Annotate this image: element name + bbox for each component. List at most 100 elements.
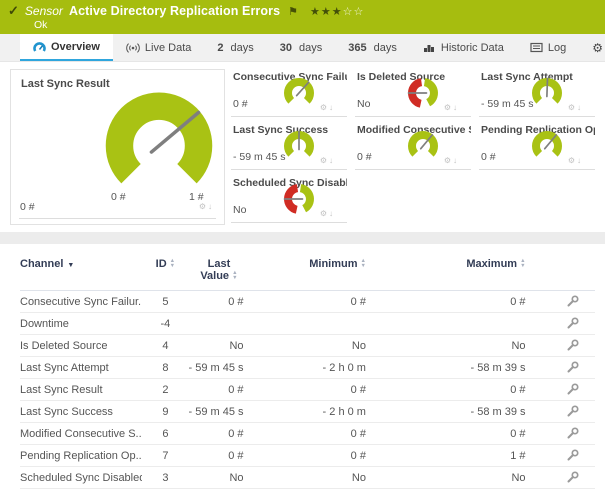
status-check-icon: ✓: [8, 3, 19, 18]
column-header-channel[interactable]: Channel ▼: [20, 248, 143, 291]
gauge-tile[interactable]: Modified Consecutive Sync F... 0 # ⚙↓: [355, 122, 471, 170]
column-header-minimum[interactable]: Minimum ▲ ▼: [249, 248, 372, 291]
channel-settings-icon[interactable]: [566, 427, 579, 440]
column-header-id[interactable]: ID ▲ ▼: [142, 248, 189, 291]
cell-channel[interactable]: Downtime: [20, 312, 143, 335]
tab-settings[interactable]: ⚙ Settings: [579, 34, 605, 61]
main-gauge-value: 0 #: [20, 201, 35, 213]
cell-maximum: No: [371, 466, 532, 489]
cell-channel[interactable]: Scheduled Sync Disabled: [20, 466, 143, 489]
page-title: Active Directory Replication Errors: [68, 4, 281, 18]
channel-settings-icon[interactable]: [566, 295, 579, 308]
gear-icon: ⚙: [592, 40, 603, 55]
cell-last-value: [188, 312, 250, 335]
table-row[interactable]: Last Sync Attempt 8 - 59 m 45 s - 2 h 0 …: [20, 356, 595, 379]
cell-minimum: 0 #: [249, 290, 372, 313]
bar-chart-icon: [423, 45, 434, 52]
broadcast-icon: [126, 42, 140, 53]
cell-last-value: 0 #: [188, 444, 250, 467]
channel-gauge[interactable]: [403, 74, 443, 112]
gauge-gear-icon[interactable]: ⚙: [320, 209, 329, 218]
gauge-download-icon[interactable]: ↓: [453, 156, 459, 165]
channel-settings-icon[interactable]: [566, 339, 579, 352]
gauge-download-icon[interactable]: ↓: [329, 103, 335, 112]
cell-channel[interactable]: Consecutive Sync Failur...: [20, 290, 143, 313]
cell-last-value: No: [188, 334, 250, 357]
channel-settings-icon[interactable]: [566, 383, 579, 396]
gauge-gear-icon[interactable]: ⚙: [568, 156, 577, 165]
cell-channel[interactable]: Is Deleted Source: [20, 334, 143, 357]
gauge-tile-value: No: [357, 98, 371, 110]
cell-id: 9: [142, 400, 189, 423]
gauge-gear-icon[interactable]: ⚙: [199, 202, 208, 211]
cell-channel[interactable]: Last Sync Attempt: [20, 356, 143, 379]
tab-30-days[interactable]: 30 days: [267, 34, 336, 61]
cell-channel[interactable]: Last Sync Success: [20, 400, 143, 423]
channel-gauge[interactable]: [279, 74, 319, 112]
cell-last-value: 0 #: [188, 378, 250, 401]
table-row[interactable]: Modified Consecutive S... 6 0 # 0 # 0 #: [20, 422, 595, 445]
channel-settings-icon[interactable]: [566, 449, 579, 462]
gauge-tile[interactable]: Is Deleted Source No ⚙↓: [355, 69, 471, 117]
tab-live-data[interactable]: Live Data: [113, 34, 204, 61]
cell-id: -4: [142, 312, 189, 335]
table-row[interactable]: Scheduled Sync Disabled 3 No No No: [20, 466, 595, 489]
cell-id: 7: [142, 444, 189, 467]
main-gauge-panel[interactable]: Last Sync Result 0 # 1 # 0 # ⚙↓: [10, 69, 225, 225]
gauge-icon: [33, 41, 46, 52]
channel-settings-icon[interactable]: [566, 471, 579, 484]
channel-gauge[interactable]: [403, 127, 443, 165]
gauge-download-icon[interactable]: ↓: [577, 103, 583, 112]
gauge-download-icon[interactable]: ↓: [329, 156, 335, 165]
cell-channel[interactable]: Modified Consecutive S...: [20, 422, 143, 445]
gauge-tile[interactable]: Scheduled Sync Disabled No ⚙↓: [231, 175, 347, 223]
gauge-tile[interactable]: Last Sync Attempt - 59 m 45 s ⚙↓: [479, 69, 595, 117]
cell-channel[interactable]: Last Sync Result: [20, 378, 143, 401]
gauge-gear-icon[interactable]: ⚙: [320, 103, 329, 112]
cell-maximum: No: [371, 334, 532, 357]
tab-overview[interactable]: Overview: [20, 34, 113, 61]
gauge-download-icon[interactable]: ↓: [577, 156, 583, 165]
priority-stars[interactable]: ★★★☆☆: [310, 5, 364, 18]
table-row[interactable]: Consecutive Sync Failur... 5 0 # 0 # 0 #: [20, 290, 595, 313]
channel-gauge[interactable]: [527, 127, 567, 165]
gauge-gear-icon[interactable]: ⚙: [568, 103, 577, 112]
cell-minimum: No: [249, 334, 372, 357]
table-row[interactable]: Downtime -4: [20, 312, 595, 335]
sort-icon: ▲ ▼: [169, 258, 176, 270]
channel-gauge[interactable]: [279, 180, 319, 218]
gauge-download-icon[interactable]: ↓: [208, 202, 214, 211]
gauge-gear-icon[interactable]: ⚙: [320, 156, 329, 165]
gauge-tile[interactable]: Last Sync Success - 59 m 45 s ⚙↓: [231, 122, 347, 170]
gauge-download-icon[interactable]: ↓: [329, 209, 335, 218]
status-badge: Ok: [34, 19, 48, 31]
table-row[interactable]: Is Deleted Source 4 No No No: [20, 334, 595, 357]
channel-settings-icon[interactable]: [566, 405, 579, 418]
column-header-maximum[interactable]: Maximum ▲ ▼: [371, 248, 532, 291]
gauge-gear-icon[interactable]: ⚙: [444, 156, 453, 165]
cell-channel[interactable]: Pending Replication Op...: [20, 444, 143, 467]
gauge-tile-value: 0 #: [481, 151, 496, 163]
table-row[interactable]: Last Sync Result 2 0 # 0 # 0 #: [20, 378, 595, 401]
tab-2-days[interactable]: 2 days: [204, 34, 266, 61]
channel-settings-icon[interactable]: [566, 317, 579, 330]
cell-maximum: 0 #: [371, 422, 532, 445]
gauge-gear-icon[interactable]: ⚙: [444, 103, 453, 112]
table-row[interactable]: Pending Replication Op... 7 0 # 0 # 1 #: [20, 444, 595, 467]
cell-id: 3: [142, 466, 189, 489]
tab-historic-data[interactable]: Historic Data: [410, 34, 517, 61]
tab-log[interactable]: Log: [517, 34, 579, 61]
stars-filled[interactable]: ★★★: [310, 6, 343, 18]
channel-settings-icon[interactable]: [566, 361, 579, 374]
main-gauge[interactable]: [93, 82, 225, 202]
gauge-download-icon[interactable]: ↓: [453, 103, 459, 112]
table-row[interactable]: Last Sync Success 9 - 59 m 45 s - 2 h 0 …: [20, 400, 595, 423]
section-divider: [0, 232, 605, 244]
flag-icon: ⚑: [288, 5, 299, 18]
column-header-last-value[interactable]: Last Value ▲ ▼: [188, 248, 250, 291]
stars-empty[interactable]: ☆☆: [343, 6, 365, 18]
sort-desc-icon: ▼: [67, 262, 75, 269]
tab-365-days[interactable]: 365 days: [335, 34, 410, 61]
gauge-tile[interactable]: Consecutive Sync Failures 0 # ⚙↓: [231, 69, 347, 117]
gauge-tile[interactable]: Pending Replication Operatio... 0 # ⚙↓: [479, 122, 595, 170]
